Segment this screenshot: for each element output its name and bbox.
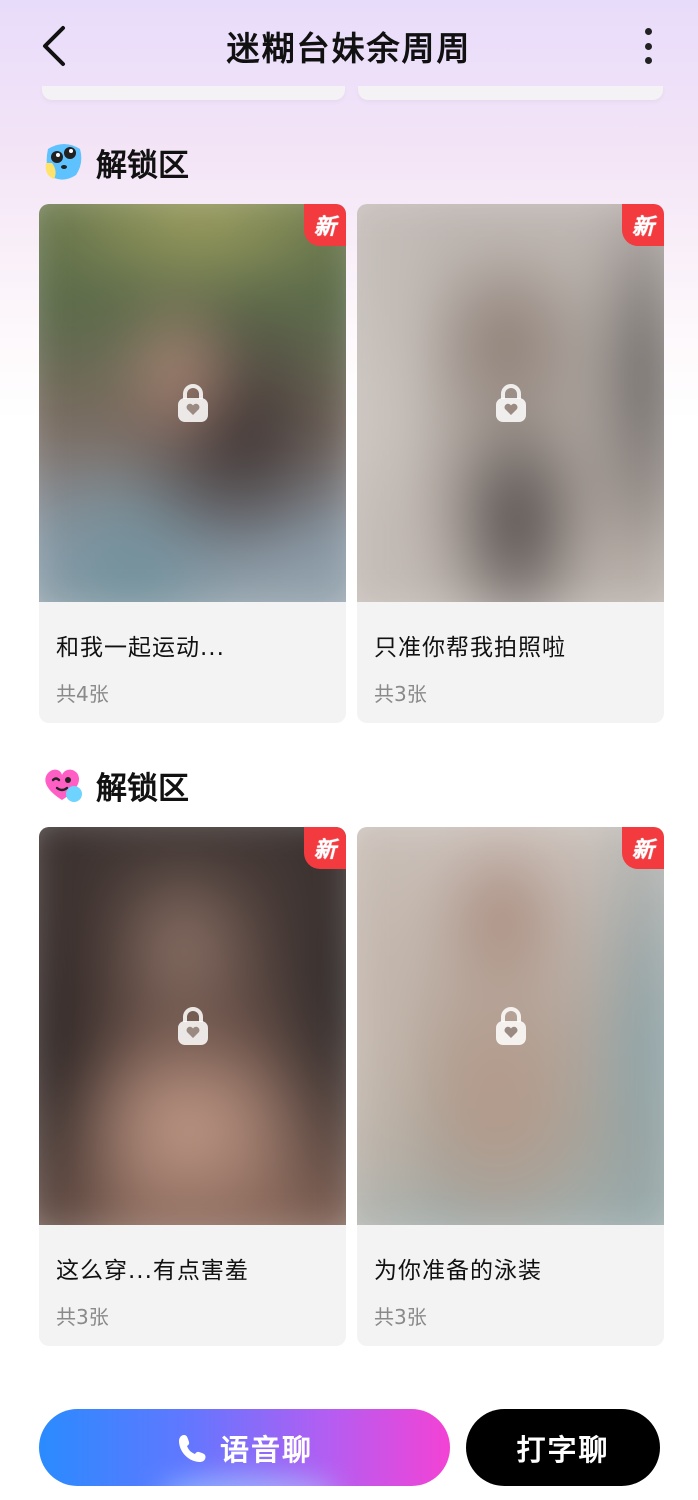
text-chat-button[interactable]: 打字聊 <box>466 1409 660 1486</box>
album-card[interactable]: 新 这么穿...有点害羞 共3张 <box>39 827 346 1346</box>
voice-chat-button[interactable]: 语音聊 <box>39 1409 450 1486</box>
text-chat-label: 打字聊 <box>516 1432 610 1467</box>
voice-chat-label: 语音聊 <box>219 1432 313 1467</box>
section-title: 解锁区 <box>96 147 189 184</box>
previous-card-edge <box>42 86 345 100</box>
previous-card-edge <box>358 86 663 100</box>
section-title: 解锁区 <box>96 770 189 807</box>
new-badge: 新 <box>304 827 346 869</box>
blurred-photo: 新 <box>39 827 346 1225</box>
top-bar: 迷糊台妹余周周 <box>0 0 698 92</box>
winking-heart-emoji-icon <box>45 769 82 802</box>
new-badge: 新 <box>622 827 664 869</box>
new-badge: 新 <box>304 204 346 246</box>
blurred-photo: 新 <box>357 204 664 602</box>
album-card[interactable]: 新 为你准备的泳装 共3张 <box>357 827 664 1346</box>
album-card[interactable]: 新 只准你帮我拍照啦 共3张 <box>357 204 664 723</box>
section-header-unlock-1: 解锁区 <box>42 140 189 184</box>
more-options-button[interactable] <box>636 24 660 68</box>
photo-count: 共3张 <box>374 1305 427 1329</box>
album-caption: 和我一起运动... <box>56 635 225 661</box>
blurred-photo: 新 <box>39 204 346 602</box>
photo-count: 共3张 <box>374 682 427 706</box>
album-caption: 只准你帮我拍照啦 <box>374 635 566 661</box>
photo-count: 共3张 <box>56 1305 109 1329</box>
more-vertical-icon <box>644 28 652 35</box>
album-card[interactable]: 新 和我一起运动... 共4张 <box>39 204 346 723</box>
lock-icon <box>495 1007 526 1045</box>
page-title: 迷糊台妹余周周 <box>226 29 472 68</box>
photo-count: 共4张 <box>56 682 109 706</box>
blurred-photo: 新 <box>357 827 664 1225</box>
phone-icon <box>178 1434 206 1462</box>
lock-icon <box>177 1007 208 1045</box>
section-header-unlock-2: 解锁区 <box>42 763 189 807</box>
album-caption: 为你准备的泳装 <box>374 1258 542 1284</box>
lock-icon <box>177 384 208 422</box>
new-badge: 新 <box>622 204 664 246</box>
lock-icon <box>495 384 526 422</box>
bottom-action-bar: 语音聊 打字聊 <box>0 1400 698 1500</box>
cute-face-emoji-icon <box>45 144 82 180</box>
album-caption: 这么穿...有点害羞 <box>56 1258 249 1284</box>
